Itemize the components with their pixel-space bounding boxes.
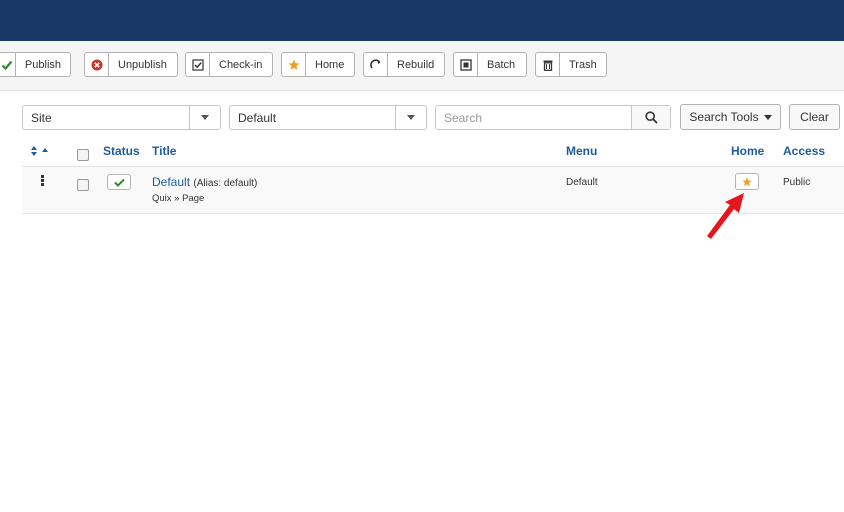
top-navbar bbox=[0, 0, 844, 41]
caret-icon bbox=[395, 106, 426, 129]
star-icon bbox=[282, 53, 306, 76]
check-icon bbox=[113, 178, 125, 187]
home-label: Home bbox=[315, 58, 345, 71]
row-checkbox[interactable] bbox=[77, 179, 89, 191]
rebuild-icon bbox=[364, 53, 388, 76]
trash-label: Trash bbox=[569, 58, 597, 71]
clear-label: Clear bbox=[800, 110, 829, 124]
checkin-button[interactable]: Check-in bbox=[185, 52, 273, 77]
unpublish-button[interactable]: Unpublish bbox=[84, 52, 178, 77]
batch-icon bbox=[454, 53, 478, 76]
batch-label: Batch bbox=[487, 58, 516, 71]
rebuild-button[interactable]: Rebuild bbox=[363, 52, 445, 77]
trash-button[interactable]: Trash bbox=[535, 52, 607, 77]
client-select-value: Site bbox=[31, 111, 52, 125]
unpublish-label: Unpublish bbox=[118, 58, 167, 71]
item-access: Public bbox=[783, 177, 811, 188]
search-tools-button[interactable]: Search Tools bbox=[680, 104, 781, 130]
item-menu-type: Quix » Page bbox=[152, 193, 205, 204]
title-column-header[interactable]: Title bbox=[152, 144, 176, 158]
search-button[interactable] bbox=[631, 106, 670, 129]
publish-button[interactable]: Publish bbox=[0, 52, 71, 77]
clear-button[interactable]: Clear bbox=[789, 104, 840, 130]
access-column-header[interactable]: Access bbox=[783, 144, 825, 158]
unpublish-icon bbox=[85, 53, 109, 76]
home-toggle-button[interactable] bbox=[735, 173, 759, 190]
menu-select[interactable]: Default bbox=[229, 105, 427, 130]
home-button[interactable]: Home bbox=[281, 52, 355, 77]
caret-icon bbox=[189, 106, 220, 129]
rebuild-label: Rebuild bbox=[397, 58, 435, 71]
status-toggle-button[interactable] bbox=[107, 174, 131, 190]
menu-column-header[interactable]: Menu bbox=[566, 144, 597, 158]
caret-icon bbox=[763, 114, 772, 120]
batch-button[interactable]: Batch bbox=[453, 52, 527, 77]
item-menu: Default bbox=[566, 177, 598, 188]
ordering-sort-control[interactable] bbox=[31, 145, 51, 159]
sort-icon bbox=[31, 146, 48, 156]
menu-select-value: Default bbox=[238, 111, 277, 125]
checkin-icon bbox=[186, 53, 210, 76]
search-tools-label: Search Tools bbox=[689, 110, 759, 124]
check-icon bbox=[0, 53, 16, 76]
status-column-header[interactable]: Status bbox=[103, 144, 140, 158]
home-column-header[interactable]: Home bbox=[731, 144, 764, 158]
toolbar: Publish Unpublish Check-in Home Rebuild … bbox=[0, 41, 844, 91]
trash-icon bbox=[536, 53, 560, 76]
checkin-label: Check-in bbox=[219, 58, 263, 71]
item-alias: (Alias: default) bbox=[193, 178, 258, 189]
search-placeholder: Search bbox=[444, 111, 483, 125]
drag-handle-icon[interactable] bbox=[41, 175, 45, 189]
client-select[interactable]: Site bbox=[22, 105, 221, 130]
search-field[interactable]: Search bbox=[435, 105, 671, 130]
search-icon bbox=[644, 111, 658, 124]
arrow-pointer-icon bbox=[707, 193, 744, 239]
select-all-checkbox[interactable] bbox=[77, 149, 89, 161]
star-icon bbox=[742, 176, 752, 186]
publish-label: Publish bbox=[24, 58, 61, 71]
item-title-link[interactable]: Default bbox=[152, 175, 190, 189]
